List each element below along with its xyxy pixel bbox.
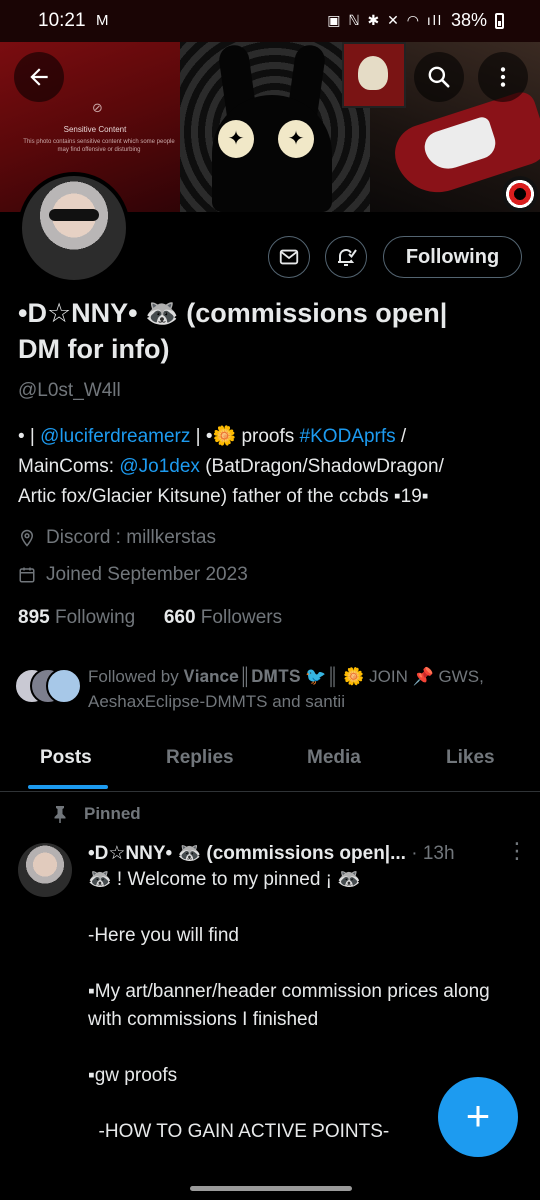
post-more-icon[interactable]: ⋮ [506,838,528,864]
compose-plus-icon: + [465,1092,491,1139]
profile-name-line2: DM for info) [18,334,170,364]
post-line [88,950,518,978]
post-line: -Here you will find [88,925,239,946]
cat-eye-right: ✦ [278,120,314,158]
following-label: Following [54,607,136,628]
profile-location: Discord : millkerstas [18,527,216,549]
following-count-link[interactable]: 895 Following [18,607,135,628]
post-line: ▪My art/banner/header commission prices … [88,981,490,1030]
sensitive-title: Sensitive Content [63,125,127,134]
location-text: Discord : millkerstas [46,527,216,548]
profile-name-line1: •D☆NNY• 🦝 (commissions open| [18,298,448,328]
bio-text: / [395,426,407,447]
back-button[interactable] [14,52,64,102]
message-button[interactable] [268,236,310,278]
profile-name: •D☆NNY• 🦝 (commissions open| DM for info… [18,295,518,367]
eye-slash-icon: ⊘ [92,100,103,115]
status-right: ▣ ℕ ✱ ✕ ◠ ıll 38% [327,10,504,31]
system-status-icons: ▣ ℕ ✱ ✕ ◠ ıll [327,12,443,28]
bio-hashtag-link[interactable]: #KODAprfs [300,426,396,447]
profile-avatar[interactable] [18,172,130,284]
pin-icon [54,806,66,823]
more-button[interactable] [478,52,528,102]
profile-bio: • | @luciferdreamerz | •🌼 proofs #KODApr… [18,422,528,512]
post-header[interactable]: •D☆NNY• 🦝 (commissions open|... · 13h [88,841,508,865]
red-eye-image [502,176,538,212]
follower-avatar [46,668,82,704]
location-icon [20,529,34,547]
followers-count-link[interactable]: 660 Followers [164,607,282,628]
pinned-text: Pinned [84,804,141,823]
following-button[interactable]: Following [383,236,522,278]
post-line [88,894,518,922]
bell-notify-icon [338,249,357,266]
bio-mention-link[interactable]: @luciferdreamerz [40,426,190,447]
gmail-notification-icon: M [96,12,109,29]
bio-text: • | [18,426,41,447]
status-time: 10:21 [38,10,86,31]
notifications-button[interactable] [325,236,367,278]
more-vertical-icon [500,67,506,87]
active-tab-indicator [28,785,108,789]
post-line: 🦝 ! Welcome to my pinned ¡ 🦝 [88,869,361,890]
followed-by-avatars[interactable] [14,668,84,704]
follow-counts: 895 Following 660 Followers [18,607,282,629]
profile-joined: Joined September 2023 [18,564,248,586]
calendar-icon [19,567,35,583]
tab-likes[interactable]: Likes [446,747,495,769]
followers-label: Followers [200,607,283,628]
compose-button[interactable]: + [438,1077,518,1157]
battery-percent: 38% [450,10,487,30]
status-bar: 10:21 M ▣ ℕ ✱ ✕ ◠ ıll 38% [0,0,540,44]
post-line [88,1034,518,1062]
sensitive-text: This photo contains sensitive content wh… [23,139,175,153]
followed-by-text[interactable]: Followed by 𝐕𝐢𝐚𝐧𝐜𝐞║𝐃𝐌𝐓𝐒 🐦║ 🌼 JOIN 📌 GWS,… [88,664,528,714]
post-time: · 13h [411,843,455,864]
search-button[interactable] [414,52,464,102]
battery-icon [495,12,504,29]
bio-text: Artic fox/Glacier Kitsune) father of the… [18,486,429,507]
bio-mention-link[interactable]: @Jo1dex [119,456,200,477]
profile-handle: @L0st_W4ll [18,380,121,401]
back-arrow-icon [30,68,48,86]
following-count: 895 [18,607,50,628]
skull-poster [342,42,406,108]
tab-media[interactable]: Media [307,747,361,769]
post-author-avatar[interactable] [18,843,72,897]
joined-text: Joined September 2023 [46,564,248,585]
bio-text: | •🌼 proofs [190,426,300,447]
home-indicator[interactable] [190,1186,352,1191]
mail-icon [279,249,299,265]
search-icon [428,66,450,88]
followers-count: 660 [163,607,196,628]
post-author-name: •D☆NNY• 🦝 (commissions open|... [88,843,406,864]
pinned-label: Pinned [52,804,141,824]
bio-text: (BatDragon/ShadowDragon/ [199,456,444,477]
profile-tabs: Posts Replies Media Likes [0,735,540,792]
followed-by-line1: Followed by 𝐕𝐢𝐚𝐧𝐜𝐞║𝐃𝐌𝐓𝐒 🐦║ 🌼 JOIN 📌 GWS, [88,667,484,686]
bio-text: MainComs: [18,456,120,477]
tab-replies[interactable]: Replies [166,747,234,769]
cat-eye-left: ✦ [218,120,254,158]
followed-by-line2: AeshaxEclipse-DMMTS and santii [88,692,345,711]
tab-posts[interactable]: Posts [40,747,92,769]
